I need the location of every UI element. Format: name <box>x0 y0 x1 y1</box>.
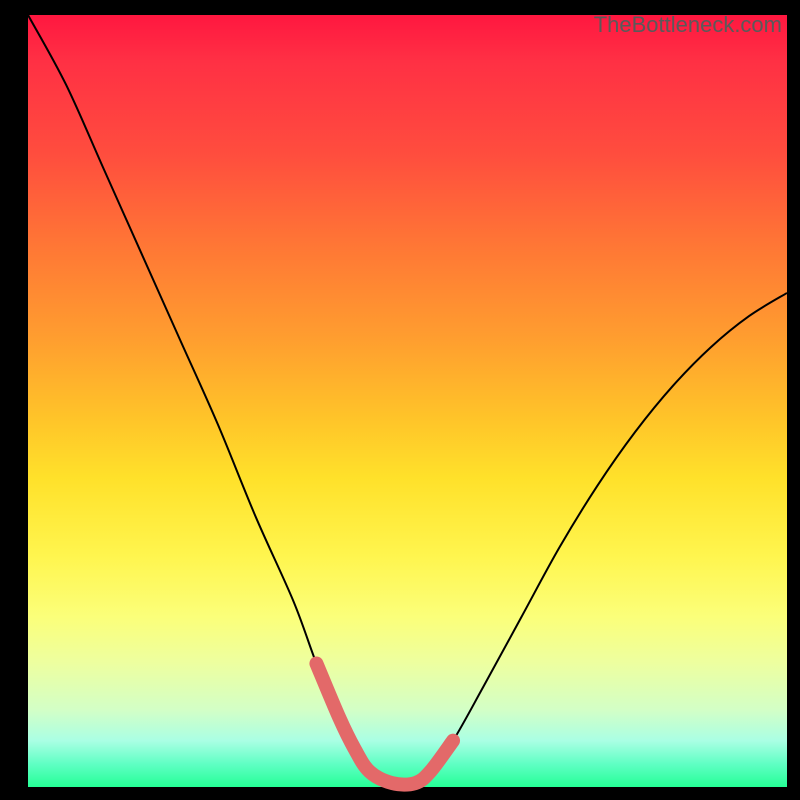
bottleneck-chart: TheBottleneck.com <box>0 0 800 800</box>
curve-line <box>28 15 787 785</box>
watermark-text: TheBottleneck.com <box>594 12 782 38</box>
plot-area <box>28 15 787 787</box>
chart-svg <box>28 15 787 787</box>
curve-highlight <box>316 663 453 784</box>
